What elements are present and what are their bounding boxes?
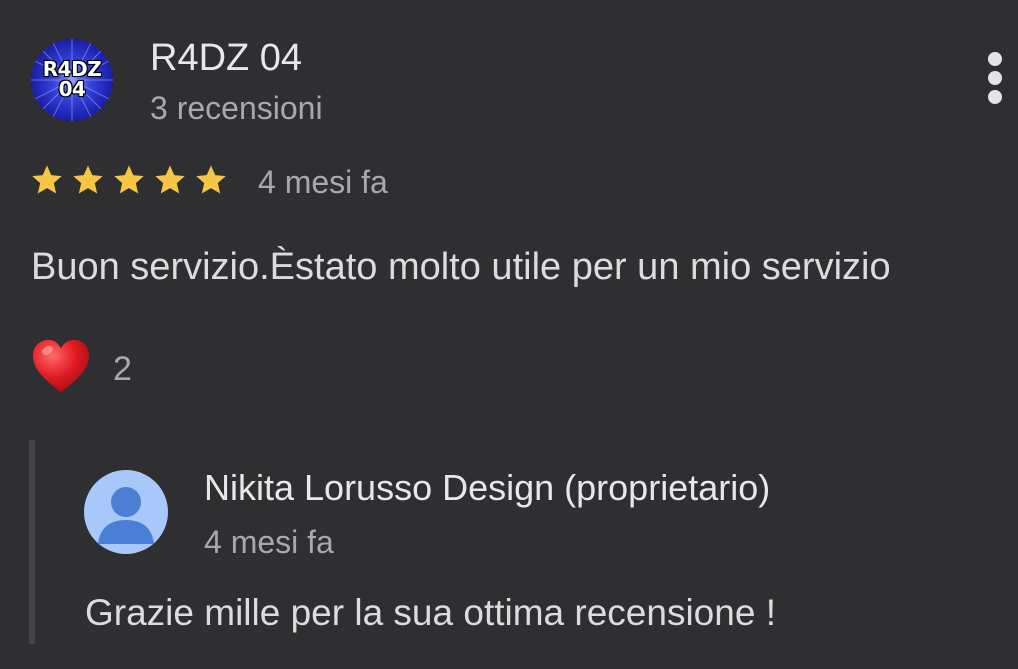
- more-vertical-icon-dot-top: [988, 52, 1002, 66]
- owner-name: Nikita Lorusso Design (proprietario): [204, 467, 771, 508]
- owner-reply-text: Grazie mille per la sua ottima recension…: [85, 592, 776, 633]
- author-review-count[interactable]: 3 recensioni: [150, 88, 323, 128]
- reply-indent-bar: [29, 440, 35, 644]
- more-vertical-icon-dot-bottom: [988, 90, 1002, 104]
- star-icon: [196, 165, 226, 194]
- review-card: R4DZ 04 R4DZ 04 3 recensioni 4 mesi fa B…: [0, 0, 1018, 669]
- star-icon: [73, 165, 103, 194]
- star-icon: [155, 165, 185, 194]
- more-options-button[interactable]: [980, 52, 1010, 104]
- reaction-count: 2: [113, 350, 132, 388]
- star-rating: [30, 160, 235, 200]
- star-icon: [32, 165, 62, 194]
- owner-reply-time: 4 mesi fa: [204, 524, 334, 560]
- default-person-icon: [84, 470, 168, 554]
- star-icon: [114, 165, 144, 194]
- review-time: 4 mesi fa: [258, 164, 388, 200]
- owner-avatar[interactable]: [84, 470, 168, 554]
- author-avatar-label: R4DZ 04: [31, 59, 113, 99]
- avatar-text-line1: R4DZ: [42, 57, 102, 81]
- more-vertical-icon-dot-middle: [988, 71, 1002, 85]
- author-avatar[interactable]: R4DZ 04: [31, 39, 113, 121]
- review-text: Buon servizio.Èstato molto utile per un …: [31, 246, 891, 288]
- author-name[interactable]: R4DZ 04: [150, 36, 302, 80]
- heart-icon[interactable]: [30, 336, 92, 398]
- avatar-text-line2: 04: [58, 77, 86, 101]
